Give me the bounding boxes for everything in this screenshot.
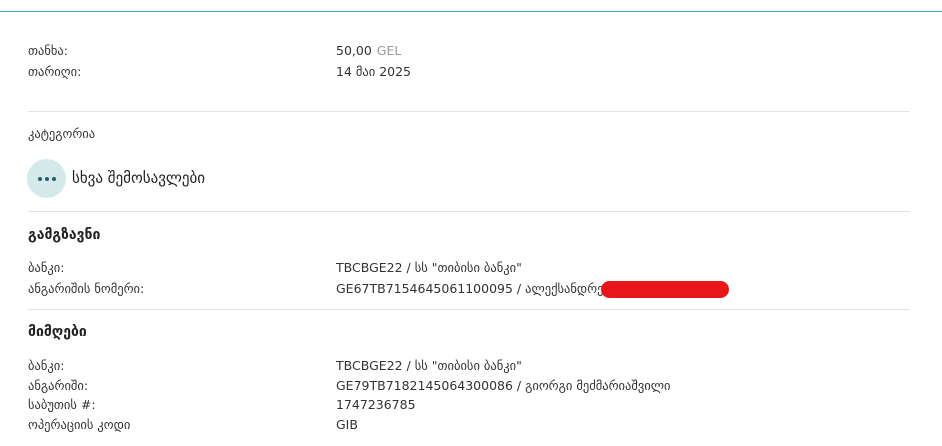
amount-label: თანხა: — [28, 43, 68, 58]
divider — [28, 111, 910, 112]
sender-account-label: ანგარიშის ნომერი: — [28, 281, 145, 296]
operation-code-value: GIB — [336, 417, 358, 432]
recipient-account-label: ანგარიში: — [28, 378, 89, 393]
category-name: სხვა შემოსავლები — [72, 169, 206, 187]
sender-account-value: GE67TB7154645061100095 / ალექსანდრე — [336, 281, 604, 296]
recipient-bank-label: ბანკი: — [28, 358, 65, 373]
sender-account-group: GE67TB7154645061100095 / ალექსანდრე — [336, 279, 730, 299]
date-row: თარიღი: 14 მაი 2025 — [28, 62, 908, 82]
sender-bank-label: ბანკი: — [28, 260, 65, 275]
redaction-mark — [601, 281, 730, 298]
amount-value-group: 50,00 GEL — [336, 41, 401, 61]
document-number-label: საბუთის #: — [28, 397, 96, 412]
date-label: თარიღი: — [28, 64, 82, 79]
recipient-account-row: ანგარიში: GE79TB7182145064300086 / გიორგ… — [28, 376, 908, 396]
recipient-bank-row: ბანკი: TBCBGE22 / სს "თიბისი ბანკი" — [28, 356, 908, 376]
recipient-title: მიმღები — [28, 324, 87, 340]
operation-code-label: ოპერაციის კოდი — [28, 417, 131, 432]
operation-code-row: ოპერაციის კოდი GIB — [28, 415, 908, 435]
sender-title: გამგზავნი — [28, 227, 101, 243]
date-value: 14 მაი 2025 — [336, 64, 412, 79]
category-icon-circle[interactable] — [27, 159, 66, 198]
more-dots-icon — [37, 176, 56, 181]
document-number-row: საბუთის #: 1747236785 — [28, 395, 908, 415]
amount-currency: GEL — [376, 43, 402, 58]
divider — [28, 211, 910, 212]
top-accent-line — [0, 0, 942, 12]
divider — [28, 309, 910, 310]
sender-bank-row: ბანკი: TBCBGE22 / სს "თიბისი ბანკი" — [28, 258, 908, 278]
amount-row: თანხა: 50,00 GEL — [28, 41, 908, 61]
recipient-bank-value: TBCBGE22 / სს "თიბისი ბანკი" — [336, 358, 522, 373]
amount-value: 50,00 — [336, 43, 372, 58]
category-label: კატეგორია — [28, 126, 96, 141]
sender-account-row: ანგარიშის ნომერი: GE67TB7154645061100095… — [28, 279, 908, 299]
sender-bank-value: TBCBGE22 / სს "თიბისი ბანკი" — [336, 260, 522, 275]
recipient-account-value: GE79TB7182145064300086 / გიორგი მეძმარია… — [336, 378, 671, 393]
document-number-value: 1747236785 — [336, 397, 416, 412]
